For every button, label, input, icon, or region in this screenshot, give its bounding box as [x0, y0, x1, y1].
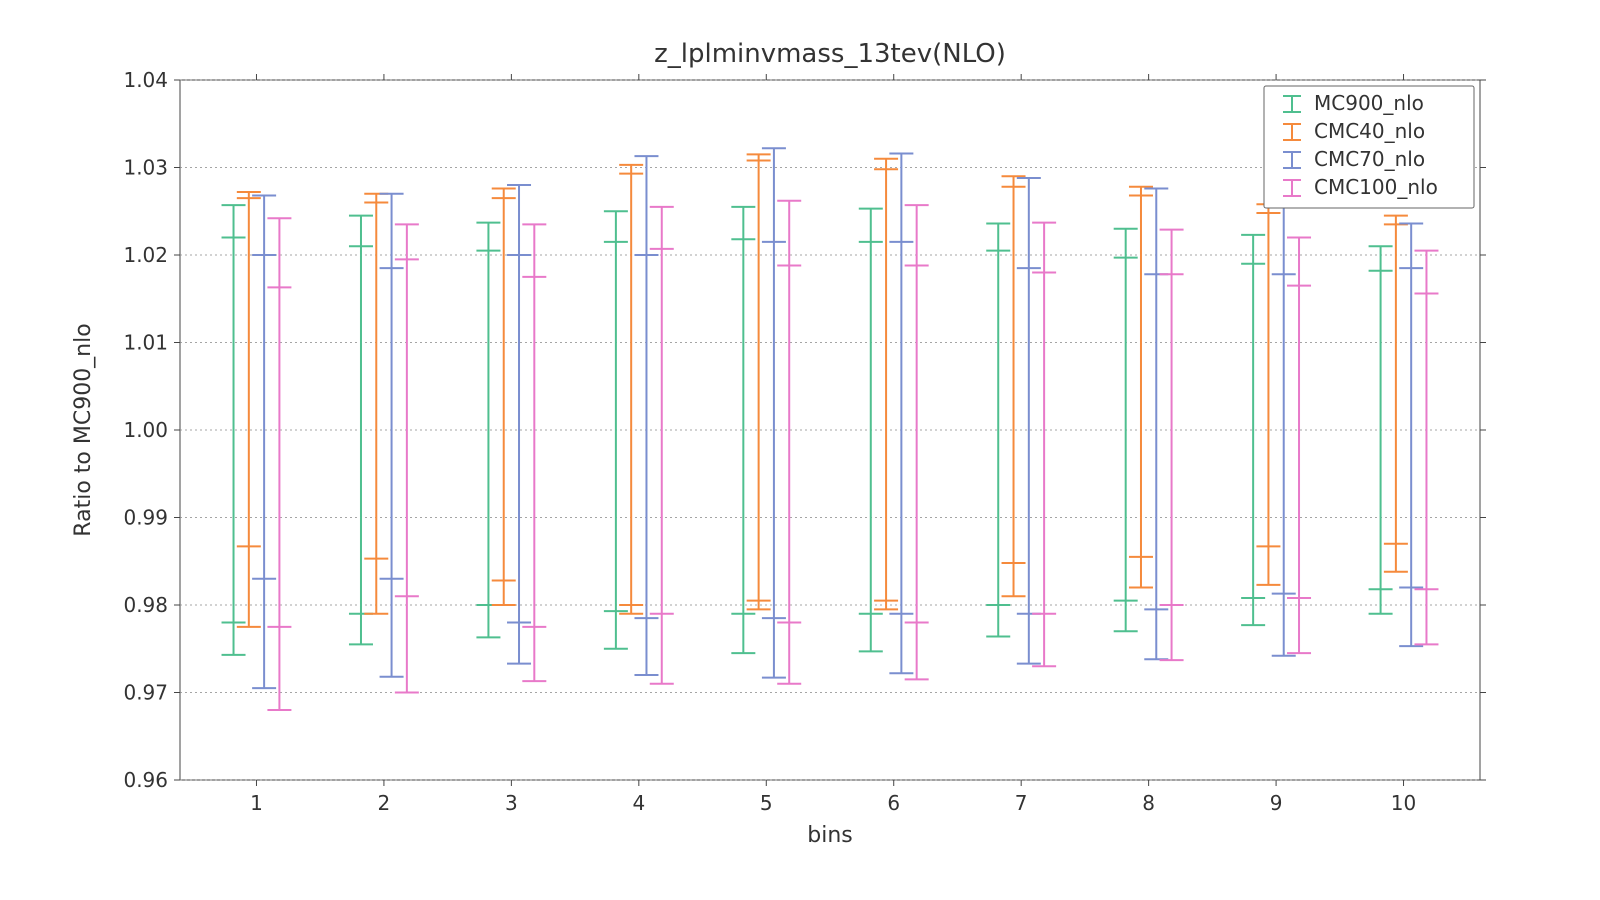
- y-tick-label: 0.99: [123, 506, 168, 530]
- y-axis-label: Ratio to MC900_nlo: [71, 323, 96, 536]
- y-tick-label: 1.00: [123, 418, 168, 442]
- x-tick-label: 4: [632, 791, 645, 815]
- x-tick-label: 3: [505, 791, 518, 815]
- y-tick-label: 0.98: [123, 593, 168, 617]
- x-tick-label: 1: [250, 791, 263, 815]
- legend-label: CMC70_nlo: [1314, 147, 1425, 171]
- legend-label: CMC40_nlo: [1314, 119, 1425, 143]
- legend-label: MC900_nlo: [1314, 91, 1424, 115]
- chart-svg: 0.96 0.97 0.98 0.99 1.00 1.01 1.02 1.03 1.04 1 2 3 4…: [0, 0, 1600, 900]
- x-tick-label: 7: [1015, 791, 1028, 815]
- x-tick-label: 5: [760, 791, 773, 815]
- legend-label: CMC100_nlo: [1314, 175, 1438, 199]
- x-axis-label: bins: [807, 823, 852, 848]
- x-tick-label: 8: [1142, 791, 1155, 815]
- y-tick-label: 1.03: [123, 156, 168, 180]
- y-tick-label: 1.02: [123, 243, 168, 267]
- x-tick-label: 2: [378, 791, 391, 815]
- x-tick-label: 9: [1270, 791, 1283, 815]
- y-tick-label: 1.04: [123, 68, 168, 92]
- y-tick-label: 0.96: [123, 768, 168, 792]
- chart-title: z_lplminvmass_13tev(NLO): [654, 39, 1006, 69]
- x-tick-label: 6: [887, 791, 900, 815]
- x-tick-label: 10: [1391, 791, 1416, 815]
- y-tick-label: 1.01: [123, 331, 168, 355]
- y-tick-label: 0.97: [123, 681, 168, 705]
